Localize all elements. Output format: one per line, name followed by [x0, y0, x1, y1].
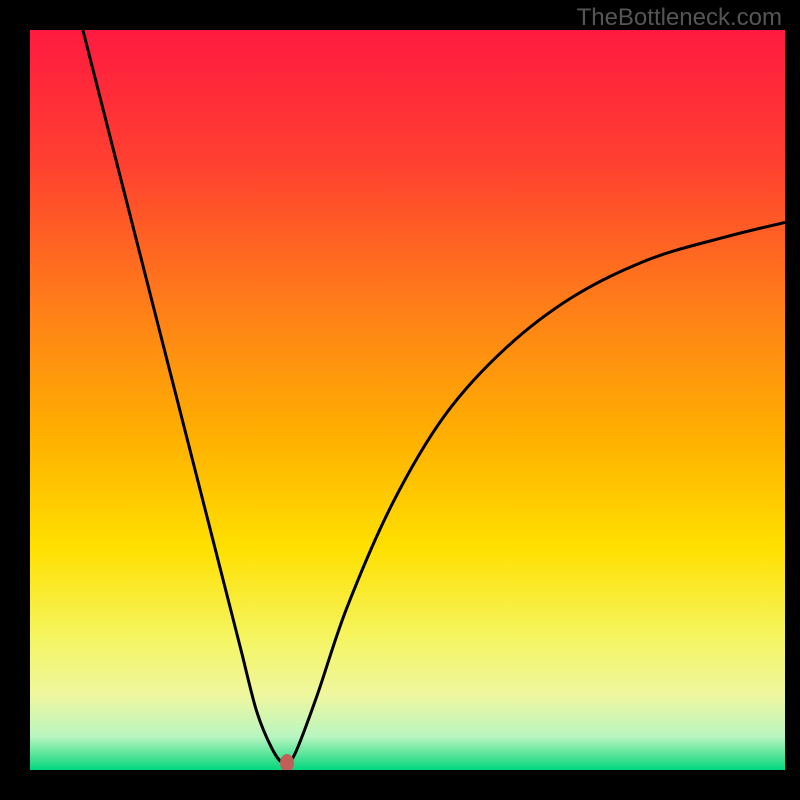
- chart-plot-area: [30, 30, 785, 770]
- watermark-text: TheBottleneck.com: [577, 4, 782, 32]
- chart-minimum-marker: [280, 754, 294, 770]
- chart-curve: [30, 30, 785, 770]
